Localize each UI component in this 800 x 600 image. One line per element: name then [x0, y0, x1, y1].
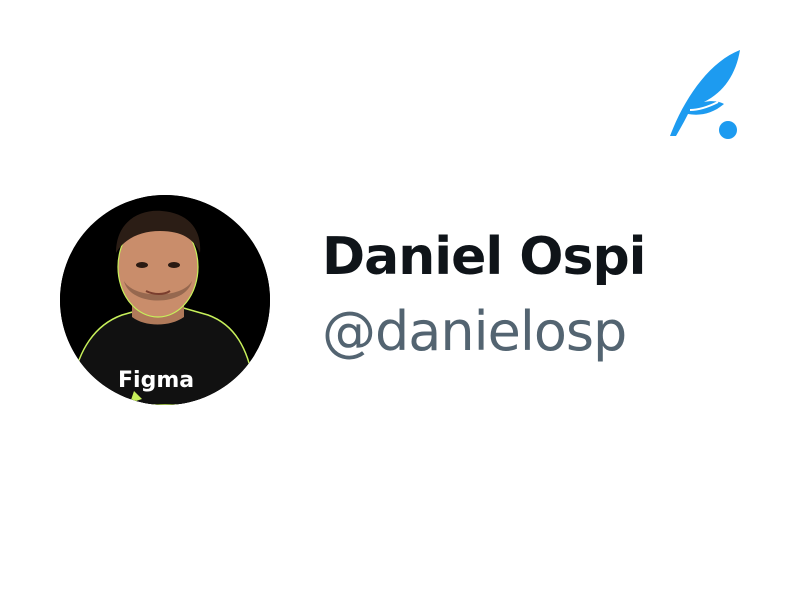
user-handle[interactable]: @danielosp — [322, 292, 792, 372]
profile-identity: Daniel Ospi @danielosp — [322, 222, 792, 372]
quill-feather-icon — [664, 44, 744, 144]
avatar[interactable]: Figma — [60, 195, 270, 405]
display-name: Daniel Ospi — [322, 227, 647, 287]
svg-text:Figma: Figma — [118, 368, 194, 393]
profile-card: Figma Daniel Ospi @danielosp — [0, 0, 800, 600]
